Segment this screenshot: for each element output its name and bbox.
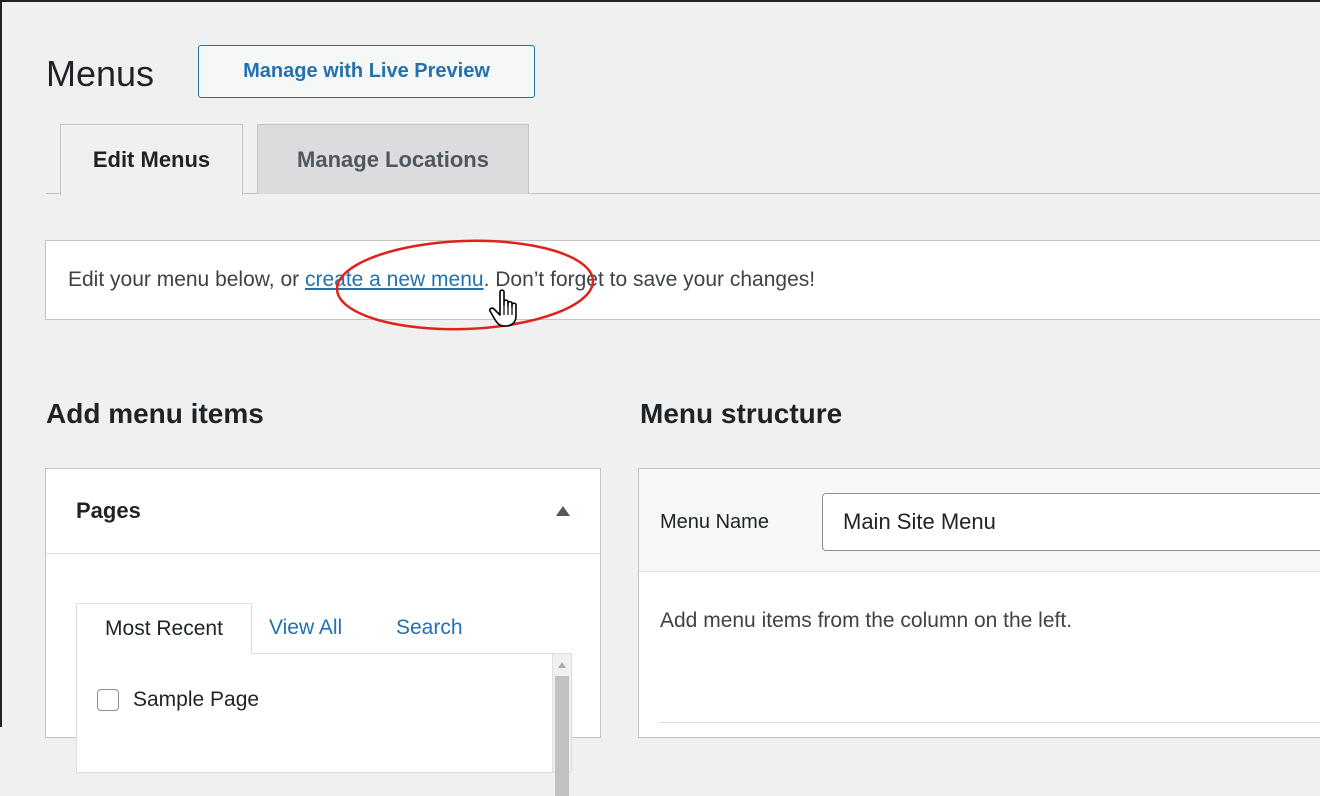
arrow-up-icon[interactable] [556,506,570,516]
tab-most-recent[interactable]: Most Recent [76,603,252,654]
menu-structure-box: Menu Name Add menu items from the column… [638,468,1320,738]
tab-manage-locations[interactable]: Manage Locations [257,124,529,194]
menu-name-header: Menu Name [639,469,1320,572]
page-title: Menus [46,53,155,94]
list-item-label: Sample Page [133,688,260,711]
list-item[interactable]: Sample Page [97,688,259,712]
structure-divider [659,722,1320,723]
menu-name-input[interactable] [822,493,1320,551]
menu-structure-title: Menu structure [640,398,843,429]
scroll-up-arrow-icon[interactable] [558,662,566,668]
pages-title: Pages [76,498,141,523]
create-new-menu-link[interactable]: create a new menu [305,268,484,292]
pages-tabs: Most Recent View All Search [76,603,572,654]
menu-structure-description: Add menu items from the column on the le… [660,609,1073,632]
pages-list-panel: Sample Page [76,653,572,796]
scroll-thumb[interactable] [555,676,569,796]
window-frame-left [0,0,2,727]
tab-edit-menus[interactable]: Edit Menus [60,124,243,195]
pages-accordion-header[interactable]: Pages [46,469,600,554]
pages-scrollbar[interactable] [552,654,571,796]
sample-page-checkbox[interactable] [97,689,119,711]
add-menu-items-title: Add menu items [46,398,264,429]
notice-text-before: Edit your menu below, or [68,268,305,291]
menu-name-label: Menu Name [660,511,769,533]
tab-search[interactable]: Search [396,603,463,653]
notice-text-after: . Don’t forget to save your changes! [483,268,816,291]
tab-view-all[interactable]: View All [269,603,342,653]
pages-box: Pages Most Recent View All Search Sample… [45,468,601,796]
notice-banner: Edit your menu below, or create a new me… [45,240,1320,320]
manage-live-preview-button[interactable]: Manage with Live Preview [198,45,535,98]
window-frame-top [0,0,1320,2]
